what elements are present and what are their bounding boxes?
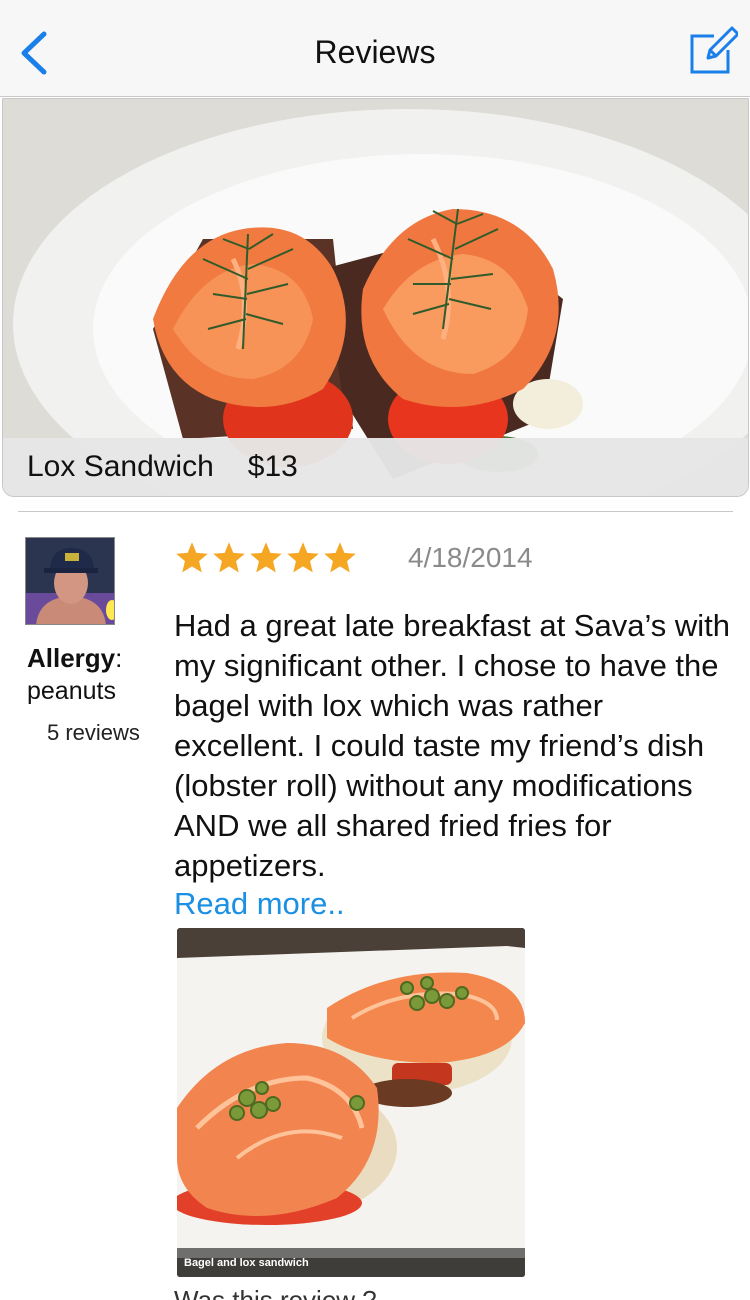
reviewer-review-count[interactable]: 5 reviews [47, 720, 140, 746]
page-title: Reviews [314, 34, 436, 70]
star-icon [324, 542, 356, 573]
photo-caption: Bagel and lox sandwich [177, 1248, 525, 1277]
reviewer-photo [26, 538, 114, 624]
star-icon [287, 542, 319, 573]
star-icon [250, 542, 282, 573]
review-photo[interactable]: Bagel and lox sandwich [177, 928, 525, 1277]
allergy-line: Allergy: [27, 643, 123, 673]
compose-icon [690, 26, 740, 74]
allergy-value: peanuts [27, 677, 116, 705]
item-name: Lox Sandwich [27, 450, 214, 483]
bagel-lox-photo [177, 928, 525, 1277]
read-more-link[interactable]: Read more.. [174, 886, 345, 922]
allergy-label: Allergy [27, 643, 116, 673]
reviews-screen: Reviews Lox Sandwich $13 Allergy: peanut… [0, 0, 750, 1300]
review-date: 4/18/2014 [408, 542, 533, 573]
item-price: $13 [247, 450, 298, 483]
item-caption: Lox Sandwich $13 [3, 438, 748, 496]
helpful-prompt: Was this review ? [174, 1286, 377, 1300]
reviewer-avatar[interactable] [25, 537, 115, 625]
compose-review-button[interactable] [688, 24, 740, 76]
section-divider [18, 511, 733, 512]
star-icon [176, 542, 208, 573]
star-rating [174, 540, 358, 576]
review-text: Had a great late breakfast at Sava’s wit… [174, 608, 731, 883]
item-hero: Lox Sandwich $13 [2, 98, 749, 497]
star-icon [213, 542, 245, 573]
navigation-bar: Reviews [0, 0, 750, 97]
